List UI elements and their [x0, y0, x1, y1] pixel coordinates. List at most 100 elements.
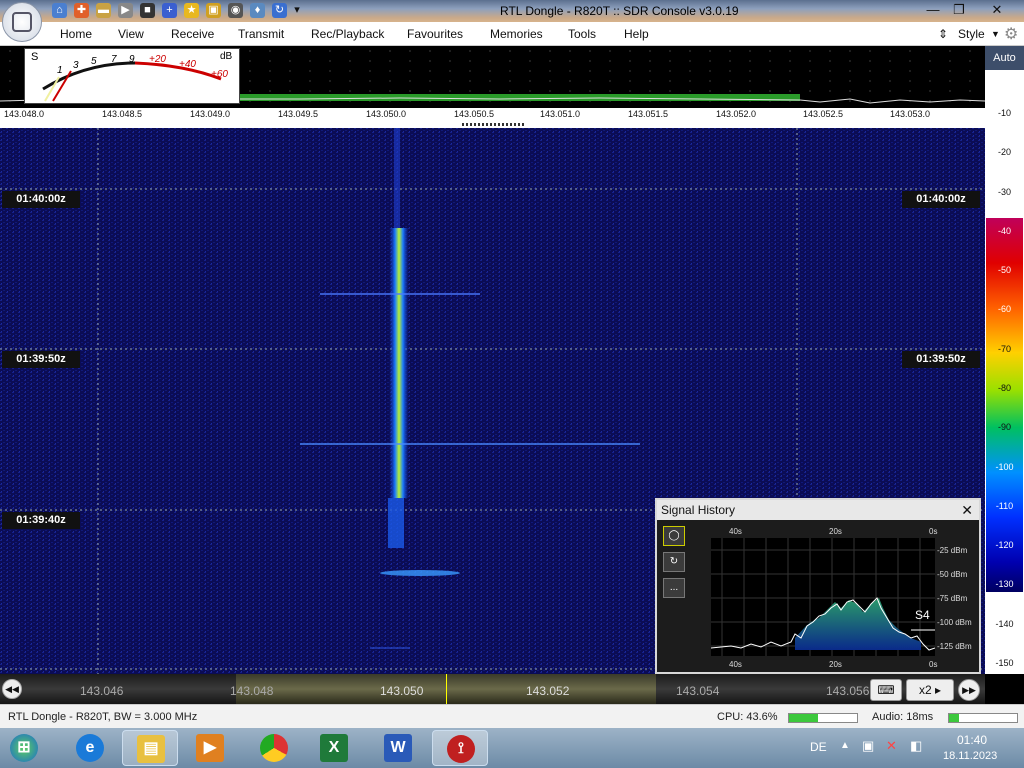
show-hidden-icons-icon[interactable]: ▲	[840, 740, 850, 751]
add-icon[interactable]: +	[162, 3, 177, 18]
signal-history-chart: S4	[710, 538, 936, 656]
keyboard-icon[interactable]: ⌨	[870, 679, 902, 701]
drop-icon[interactable]: ♦	[250, 3, 265, 18]
taskbar-media-player[interactable]: ▶	[182, 730, 238, 766]
clock-time[interactable]: 01:40	[957, 733, 987, 747]
s-tick-5: 5	[91, 56, 97, 67]
windows-taskbar: ⊞ e ▤ ▶ X W ⟟ DE ▲ ▣ ✕ ◧ 01:40 18.11.202…	[0, 728, 1024, 768]
style-dropdown-icon[interactable]: ▼	[991, 29, 1000, 39]
zoom-selector[interactable]: x2 ▸	[906, 679, 954, 701]
menu-view[interactable]: View	[118, 27, 144, 41]
tuning-bar[interactable]: ◀◀ 143.046 143.048 143.050 143.052 143.0…	[0, 674, 985, 704]
folder-icon[interactable]: ▬	[96, 3, 111, 18]
close-button[interactable]: ✕	[984, 1, 1010, 19]
menu-receive[interactable]: Receive	[171, 27, 214, 41]
time-axis-bottom: 20s	[829, 660, 842, 669]
maximize-button[interactable]: ❐	[946, 1, 972, 19]
clock-date[interactable]: 18.11.2023	[943, 750, 997, 762]
close-icon[interactable]: ✕	[961, 502, 973, 519]
dbm-axis-label: -50 dBm	[937, 570, 968, 579]
menu-memories[interactable]: Memories	[490, 27, 543, 41]
minimize-button[interactable]: —	[920, 1, 946, 19]
tray-device-icon[interactable]: ▣	[862, 738, 874, 754]
db-label: -90	[997, 422, 1011, 432]
freq-label: 143.051.5	[628, 109, 669, 119]
menu-favourites[interactable]: Favourites	[407, 27, 463, 41]
tune-freq-label: 143.054	[676, 684, 720, 698]
home-icon[interactable]: ⌂	[52, 3, 67, 18]
tune-right-button[interactable]: ▶▶	[958, 679, 980, 701]
freq-label: 143.051.0	[540, 109, 581, 119]
dbm-axis-label: -100 dBm	[937, 618, 972, 627]
db-label: -80	[997, 383, 1011, 393]
s-tick-9: 9	[129, 54, 135, 65]
menu-help[interactable]: Help	[624, 27, 649, 41]
options-button[interactable]: ...	[663, 578, 685, 598]
start-button[interactable]: ⊞	[4, 730, 48, 766]
signal-history-panel: Signal History ✕ ◯ ↻ ... 40s 20s 0s S4 -…	[655, 498, 981, 674]
time-axis-bottom: 0s	[929, 660, 938, 669]
time-axis-top: 0s	[929, 527, 938, 536]
device-status: RTL Dongle - R820T, BW = 3.000 MHz	[8, 711, 198, 723]
time-label-right: 01:39:50z	[902, 351, 980, 368]
time-axis-bottom: 40s	[729, 660, 742, 669]
spectrum-display[interactable]: S dB 1 3 5 7 9 +20 +40 +60	[0, 46, 985, 108]
tray-volume-icon[interactable]: ◧	[910, 738, 922, 754]
taskbar-word[interactable]: W	[370, 730, 426, 766]
stop-icon[interactable]: ■	[140, 3, 155, 18]
taskbar-sdr-console[interactable]: ⟟	[432, 730, 488, 766]
style-menu[interactable]: Style	[958, 27, 985, 41]
taskbar-ie[interactable]: e	[62, 730, 118, 766]
menu-rec-playback[interactable]: Rec/Playback	[311, 27, 384, 41]
style-sort-icon[interactable]: ⇕	[938, 27, 948, 41]
gear-icon[interactable]: ⚙	[1004, 24, 1018, 44]
s-meter: S dB 1 3 5 7 9 +20 +40 +60	[24, 48, 240, 104]
star-icon[interactable]: ★	[184, 3, 199, 18]
freq-label: 143.048.0	[4, 109, 45, 119]
record-icon[interactable]: ◯	[663, 526, 685, 546]
taskbar-excel[interactable]: X	[306, 730, 362, 766]
language-indicator[interactable]: DE	[810, 740, 827, 754]
menu-home[interactable]: Home	[60, 27, 92, 41]
reset-icon[interactable]: ↻	[663, 552, 685, 572]
menu-tools[interactable]: Tools	[568, 27, 596, 41]
word-icon: W	[384, 734, 412, 762]
time-label-left: 01:39:40z	[2, 512, 80, 529]
db-tick-40: +40	[179, 59, 196, 70]
dropdown-arrow-icon[interactable]: ▾	[292, 3, 302, 18]
chrome-icon	[260, 734, 288, 762]
db-label: -50	[997, 265, 1011, 275]
db-label: -150	[995, 658, 1014, 668]
tray-network-icon[interactable]: ✕	[886, 738, 897, 754]
media-player-icon: ▶	[196, 734, 224, 762]
time-label-right: 01:40:00z	[902, 191, 980, 208]
db-label: -120	[995, 540, 1014, 550]
tune-freq-label: 143.052	[526, 684, 570, 698]
time-label-left: 01:39:50z	[2, 351, 80, 368]
lifebuoy-icon[interactable]: ✚	[74, 3, 89, 18]
play-icon[interactable]: ▶	[118, 3, 133, 18]
db-label: -20	[997, 147, 1011, 157]
title-bar: ⌂ ✚ ▬ ▶ ■ + ★ ▣ ◉ ♦ ↻ ▾ RTL Dongle - R82…	[0, 0, 1024, 22]
db-label: -100	[995, 462, 1014, 472]
freq-label: 143.050.0	[366, 109, 407, 119]
taskbar-chrome[interactable]	[246, 730, 302, 766]
db-label: -30	[997, 187, 1011, 197]
auto-scale-button[interactable]: Auto	[985, 46, 1024, 70]
audio-progress-fill	[949, 714, 960, 722]
tune-freq-label: 143.056	[826, 684, 870, 698]
db-label: -110	[995, 501, 1014, 511]
frequency-scale[interactable]: 143.048.0 143.048.5 143.049.0 143.049.5 …	[0, 108, 985, 122]
dbm-axis-label: -25 dBm	[937, 546, 968, 555]
camera-icon[interactable]: ◉	[228, 3, 243, 18]
application-button[interactable]	[2, 2, 42, 42]
lock-icon[interactable]: ▣	[206, 3, 221, 18]
menu-transmit[interactable]: Transmit	[238, 27, 284, 41]
tune-left-button[interactable]: ◀◀	[2, 679, 22, 699]
tune-freq-label: 143.050	[380, 684, 424, 698]
taskbar-explorer[interactable]: ▤	[122, 730, 178, 766]
signal-history-header[interactable]: Signal History ✕	[657, 500, 979, 520]
audio-status: Audio: 18ms	[872, 711, 934, 723]
refresh-icon[interactable]: ↻	[272, 3, 287, 18]
db-label: -40	[997, 226, 1011, 236]
